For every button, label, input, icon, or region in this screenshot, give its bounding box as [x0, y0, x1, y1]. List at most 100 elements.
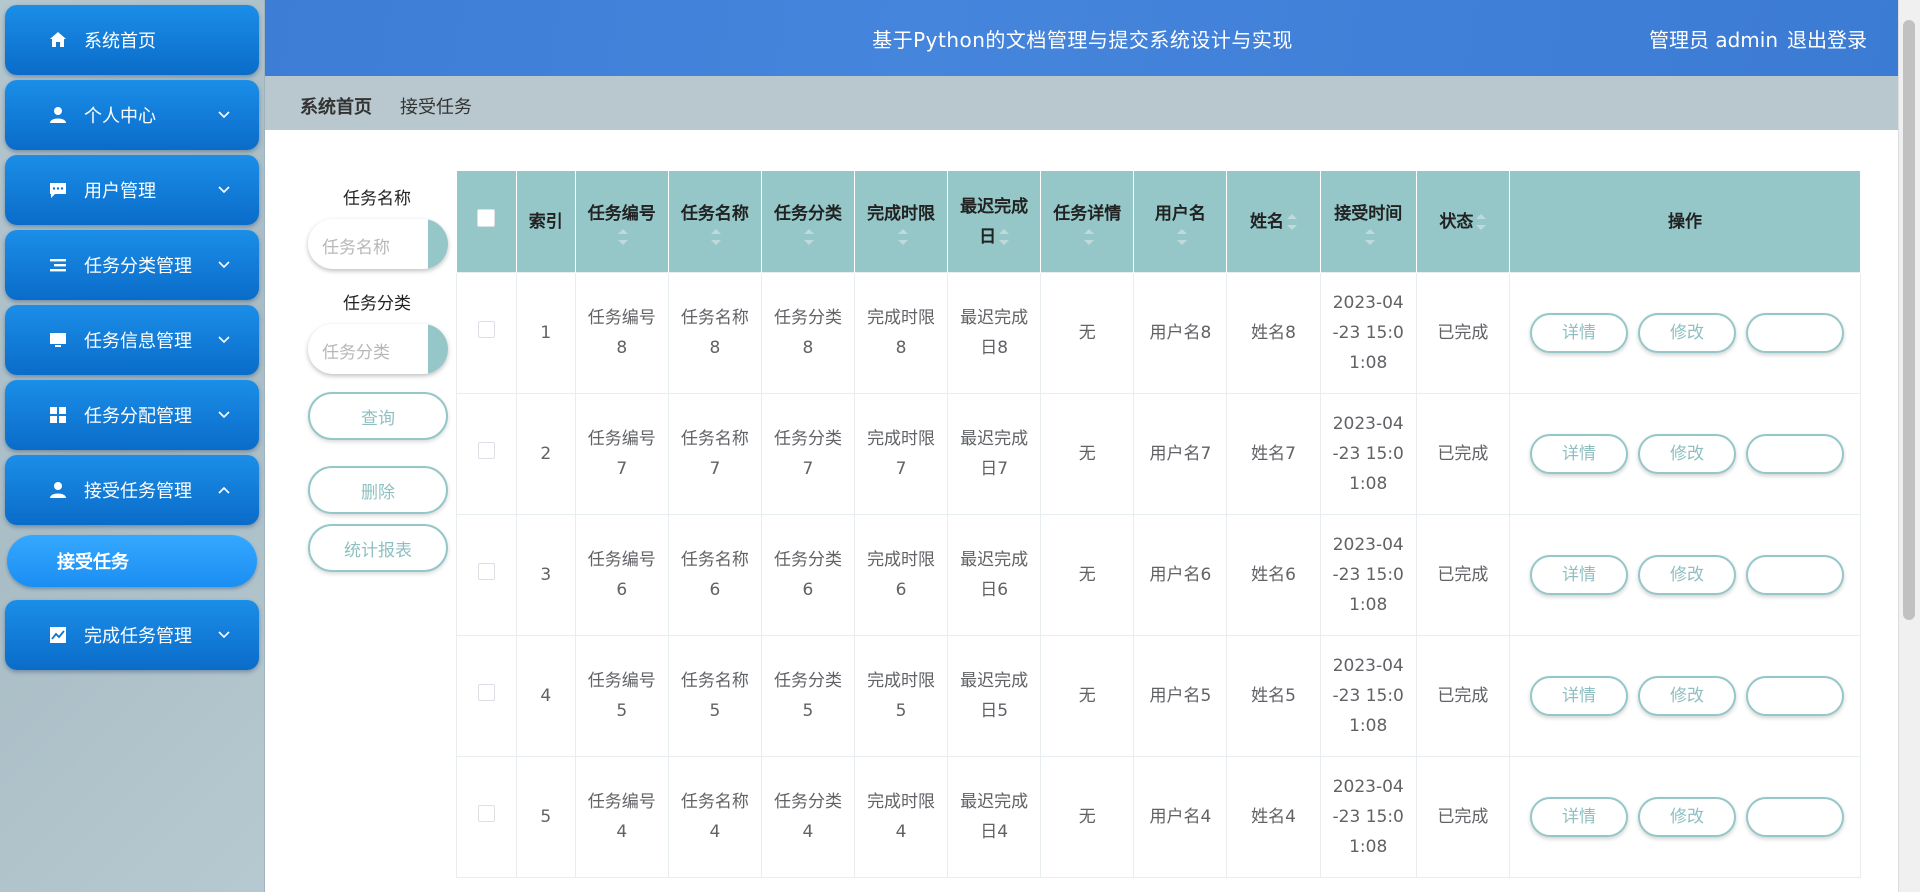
header-name[interactable]: 姓名 [1226, 170, 1321, 273]
delete-row-button[interactable] [1745, 434, 1844, 474]
cell-text: 最迟完成 [960, 429, 1029, 449]
sort-icon[interactable] [1287, 213, 1297, 230]
sidebar-item-label: 任务分配管理 [84, 406, 192, 427]
row-checkbox[interactable] [477, 563, 495, 580]
sidebar-item-complete-task-management[interactable]: 完成任务管理 [5, 600, 259, 670]
cell-text: 2023-04 [1332, 414, 1404, 434]
header-latest-date[interactable]: 最迟完成日 [947, 170, 1042, 273]
header-deadline[interactable]: 完成时限 [854, 170, 949, 273]
cell-text: 日4 [980, 822, 1009, 842]
page-scrollbar[interactable] [1898, 0, 1920, 892]
row-checkbox[interactable] [477, 805, 495, 822]
breadcrumb: 系统首页 接受任务 [265, 76, 1900, 130]
cell-text: 2023-04 [1332, 656, 1404, 676]
cell-accept-time: 2023-04 -23 15:0 1:08 [1319, 635, 1417, 757]
cell-text: 日6 [980, 580, 1009, 600]
sidebar-item-task-assignment[interactable]: 任务分配管理 [5, 380, 259, 450]
task-category-input[interactable]: 任务分类 [308, 324, 448, 374]
sort-icon[interactable] [1176, 228, 1187, 245]
header-detail[interactable]: 任务详情 [1040, 170, 1135, 273]
sort-icon[interactable] [897, 228, 908, 245]
sort-icon[interactable] [711, 228, 722, 245]
sort-icon[interactable] [618, 228, 629, 245]
chevron-up-icon [217, 483, 231, 497]
sort-icon[interactable] [1476, 213, 1487, 230]
cell-task-no: 任务编号 8 [574, 272, 669, 394]
cell-task-name: 任务名称 5 [667, 635, 762, 757]
sidebar-item-user-management[interactable]: 用户管理 [5, 155, 259, 225]
logout-link[interactable]: 退出登录 [1787, 24, 1867, 53]
cell-deadline: 完成时限 5 [854, 635, 949, 757]
header-username[interactable]: 用户名 [1133, 170, 1228, 273]
cell-actions: 详情 修改 [1508, 635, 1861, 757]
table-row: 5 任务编号 4 任务名称 4 任务分类 4 完成时限 4 最迟完成 日4 无 用户名4 … [456, 756, 1861, 878]
header-task-no[interactable]: 任务编号 [574, 170, 669, 273]
cell-name: 姓名4 [1226, 756, 1321, 878]
header-label: 接受时间 [1334, 203, 1403, 224]
delete-row-button[interactable] [1745, 555, 1844, 595]
cell-detail: 无 [1040, 635, 1135, 757]
cell-text: 5 [616, 701, 628, 721]
cell-text: 8 [802, 338, 814, 358]
header-label: 状态 [1439, 211, 1474, 232]
header-task-category[interactable]: 任务分类 [760, 170, 856, 273]
delete-row-button[interactable] [1745, 676, 1844, 716]
input-edge [428, 324, 448, 374]
header-accept-time[interactable]: 接受时间 [1319, 170, 1417, 273]
query-button[interactable]: 查询 [308, 392, 448, 440]
sidebar-item-label: 个人中心 [84, 106, 156, 127]
cell-text: 7 [616, 459, 628, 479]
row-checkbox[interactable] [477, 684, 495, 701]
detail-button[interactable]: 详情 [1529, 676, 1628, 716]
detail-button[interactable]: 详情 [1529, 555, 1628, 595]
edit-button[interactable]: 修改 [1637, 313, 1736, 353]
breadcrumb-home[interactable]: 系统首页 [300, 93, 372, 119]
cell-text: 1:08 [1349, 353, 1388, 373]
row-checkbox[interactable] [477, 442, 495, 459]
header-status[interactable]: 状态 [1415, 170, 1510, 273]
header-label: 用户名 [1154, 203, 1206, 224]
delete-button[interactable]: 删除 [308, 466, 448, 514]
sort-icon[interactable] [1364, 228, 1375, 245]
select-all-checkbox[interactable] [477, 208, 496, 227]
sidebar-item-home[interactable]: 系统首页 [5, 5, 259, 75]
cell-text: 4 [895, 822, 907, 842]
sidebar-item-label: 系统首页 [84, 31, 156, 52]
row-checkbox[interactable] [477, 321, 495, 338]
report-button[interactable]: 统计报表 [308, 524, 448, 572]
header-label: 最迟完成 [960, 196, 1029, 217]
sort-icon[interactable] [999, 228, 1010, 245]
edit-button[interactable]: 修改 [1637, 434, 1736, 474]
detail-button[interactable]: 详情 [1529, 313, 1628, 353]
delete-row-button[interactable] [1745, 313, 1844, 353]
cell-text: 日8 [980, 338, 1009, 358]
cell-username: 用户名5 [1133, 635, 1228, 757]
cell-text: 5 [802, 701, 814, 721]
sidebar-subitem-accept-task[interactable]: 接受任务 [7, 535, 257, 587]
scrollbar-thumb[interactable] [1903, 20, 1915, 620]
cell-status: 已完成 [1415, 393, 1510, 515]
sidebar-item-personal-center[interactable]: 个人中心 [5, 80, 259, 150]
cell-text: 任务分类 [773, 550, 842, 570]
sidebar-item-task-info[interactable]: 任务信息管理 [5, 305, 259, 375]
cell-latest-date: 最迟完成 日5 [947, 635, 1042, 757]
sort-icon[interactable] [1083, 228, 1094, 245]
task-name-label: 任务名称 [343, 189, 411, 209]
edit-button[interactable]: 修改 [1637, 797, 1736, 837]
sidebar-item-accept-task-management[interactable]: 接受任务管理 [5, 455, 259, 525]
cell-text: 任务编号 [587, 429, 656, 449]
row-select-cell [456, 514, 517, 636]
cell-task-name: 任务名称 6 [667, 514, 762, 636]
cell-index: 4 [515, 635, 576, 757]
sort-icon[interactable] [804, 228, 815, 245]
delete-row-button[interactable] [1745, 797, 1844, 837]
sidebar-item-task-category[interactable]: 任务分类管理 [5, 230, 259, 300]
edit-button[interactable]: 修改 [1637, 676, 1736, 716]
detail-button[interactable]: 详情 [1529, 797, 1628, 837]
cell-text: 8 [616, 338, 628, 358]
edit-button[interactable]: 修改 [1637, 555, 1736, 595]
task-name-input[interactable]: 任务名称 [308, 219, 448, 269]
detail-button[interactable]: 详情 [1529, 434, 1628, 474]
cell-text: 最迟完成 [960, 671, 1029, 691]
header-task-name[interactable]: 任务名称 [667, 170, 762, 273]
